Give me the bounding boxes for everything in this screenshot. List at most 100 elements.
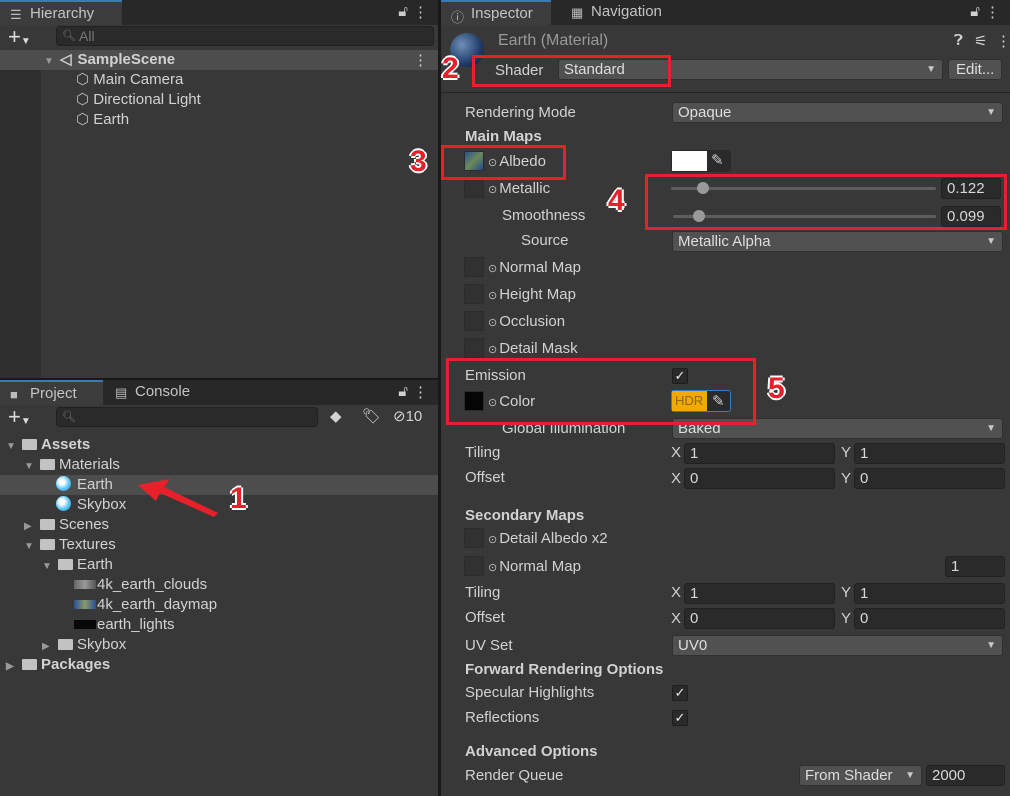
rendering-mode-dropdown[interactable]: Opaque ▼ (672, 102, 1003, 123)
offset2-label: Offset (465, 609, 505, 626)
normal-map-slot[interactable] (464, 257, 484, 277)
scene-more-icon[interactable]: ⋮ (413, 51, 428, 69)
search-placeholder: All (79, 28, 95, 44)
more-icon[interactable]: ⋮ (413, 3, 428, 21)
picker-icon: ⊙ (488, 317, 498, 329)
eyedropper-icon[interactable]: ✎ (711, 151, 724, 169)
lock-icon[interactable]: 🔓︎ (970, 3, 980, 20)
folder-icon (58, 559, 73, 570)
search-icon: 🔍︎ (62, 411, 76, 423)
tiling2-x-input[interactable]: 1 (684, 583, 835, 604)
detail-albedo-label: ⊙ Detail Albedo x2 (488, 530, 608, 547)
offset2-x-label: X (671, 610, 682, 627)
project-tree-item[interactable]: ▼ Earth (42, 555, 113, 575)
preset-icon[interactable]: ⚟ (974, 32, 987, 50)
tab-console[interactable]: ▤ Console (105, 380, 198, 405)
tab-navigation[interactable]: ▦ Navigation (561, 0, 670, 25)
tiling-y-input[interactable]: 1 (854, 443, 1005, 464)
albedo-color-swatch (672, 151, 707, 171)
folder-icon (40, 459, 55, 470)
specular-label: Specular Highlights (465, 684, 595, 701)
occlusion-slot[interactable] (464, 311, 484, 331)
chevron-down-icon: ▼ (905, 770, 915, 781)
expand-icon[interactable]: ▼ (6, 437, 22, 457)
project-tree-item[interactable]: ▼ Assets (6, 435, 90, 455)
filter-label-icon[interactable]: 🏷︎ (362, 407, 381, 425)
offset2-y-input[interactable]: 0 (854, 608, 1005, 629)
reflections-checkbox[interactable]: ✓ (672, 710, 688, 726)
source-dropdown[interactable]: Metallic Alpha ▼ (672, 231, 1003, 252)
uv-set-dropdown[interactable]: UV0 ▼ (672, 635, 1003, 656)
tiling-y-label: Y (841, 444, 852, 461)
detail-mask-slot[interactable] (464, 338, 484, 358)
scene-label[interactable]: ▼ ◁ SampleScene (44, 50, 175, 70)
expand-icon[interactable]: ▼ (42, 557, 58, 577)
picker-icon: ⊙ (488, 290, 498, 302)
offset-y-input[interactable]: 0 (854, 468, 1005, 489)
metallic-texture-slot[interactable] (464, 178, 484, 198)
hierarchy-item[interactable]: ⬡ Directional Light (76, 90, 201, 110)
height-map-slot[interactable] (464, 284, 484, 304)
collapse-icon[interactable]: ▶ (24, 517, 40, 537)
more-icon[interactable]: ⋮ (996, 32, 1010, 50)
gameobject-icon: ⬡ (76, 71, 94, 88)
collapse-icon[interactable]: ▶ (42, 637, 58, 657)
tab-inspector[interactable]: ⓘ Inspector (441, 0, 551, 25)
add-button[interactable]: +▼ (8, 404, 31, 430)
project-tree-item[interactable]: earth_lights (60, 615, 175, 635)
filter-type-icon[interactable]: ◆ (330, 407, 342, 425)
more-icon[interactable]: ⋮ (985, 3, 1000, 21)
albedo-color-field[interactable]: ✎ (671, 150, 731, 172)
tab-project[interactable]: ■ Project (0, 380, 103, 405)
tab-label: Hierarchy (30, 5, 95, 22)
hidden-packages-toggle[interactable]: ⊘10 (393, 407, 422, 425)
lock-icon[interactable]: 🔓︎ (398, 3, 408, 20)
hierarchy-item[interactable]: ⬡ Main Camera (76, 70, 183, 90)
more-icon[interactable]: ⋮ (413, 383, 428, 401)
add-button[interactable]: +▼ (8, 24, 31, 50)
expand-icon[interactable]: ▼ (24, 537, 40, 557)
annotation-3: 3 (410, 145, 427, 178)
render-queue-label: Render Queue (465, 767, 564, 784)
offset-x-input[interactable]: 0 (684, 468, 835, 489)
chevron-down-icon: ▼ (986, 423, 996, 434)
tiling2-x-label: X (671, 584, 682, 601)
project-tree-item[interactable]: ▼ Materials (24, 455, 120, 475)
project-tree-item[interactable]: ▼ Textures (24, 535, 116, 555)
specular-checkbox[interactable]: ✓ (672, 685, 688, 701)
navigation-icon: ▦ (571, 5, 584, 20)
project-tree-item[interactable]: ▶ Packages (6, 655, 110, 675)
project-tree-item[interactable]: 4k_earth_daymap (60, 595, 217, 615)
project-tabbar: ■ Project ▤ Console 🔓︎ ⋮ (0, 380, 438, 405)
annotation-arrow-1 (138, 479, 218, 517)
hierarchy-gutter (0, 70, 41, 378)
lock-icon[interactable]: 🔓︎ (398, 383, 408, 400)
render-queue-input[interactable]: 2000 (926, 765, 1005, 786)
hierarchy-item[interactable]: ⬡ Earth (76, 110, 129, 130)
folder-icon (40, 539, 55, 550)
detail-albedo-slot[interactable] (464, 528, 484, 548)
hierarchy-search-input[interactable]: 🔍︎ All (56, 26, 434, 46)
render-queue-dropdown[interactable]: From Shader ▼ (799, 765, 922, 786)
material-icon (56, 476, 71, 491)
item-label: Materials (59, 456, 120, 473)
collapse-icon[interactable]: ▶ (6, 657, 22, 677)
project-tree-item[interactable]: Earth (42, 475, 113, 495)
offset2-x-input[interactable]: 0 (684, 608, 835, 629)
expand-icon[interactable]: ▼ (24, 457, 40, 477)
project-search-input[interactable]: 🔍︎ (56, 407, 318, 427)
unity-icon: ◁ (60, 51, 72, 68)
project-tree-item[interactable]: 4k_earth_clouds (60, 575, 207, 595)
project-tree-item[interactable]: Skybox (42, 495, 126, 515)
normal-scale-input[interactable]: 1 (945, 556, 1005, 577)
edit-shader-button[interactable]: Edit... (948, 59, 1002, 80)
tab-hierarchy[interactable]: ☰ Hierarchy (0, 0, 122, 25)
project-tree-item[interactable]: ▶ Skybox (42, 635, 126, 655)
folder-icon (40, 519, 55, 530)
help-icon[interactable]: ❓︎ (954, 32, 963, 49)
secondary-normal-slot[interactable] (464, 556, 484, 576)
project-tree-item[interactable]: ▶ Scenes (24, 515, 109, 535)
forward-rendering-heading: Forward Rendering Options (465, 661, 664, 678)
tiling2-y-input[interactable]: 1 (854, 583, 1005, 604)
tiling-x-input[interactable]: 1 (684, 443, 835, 464)
